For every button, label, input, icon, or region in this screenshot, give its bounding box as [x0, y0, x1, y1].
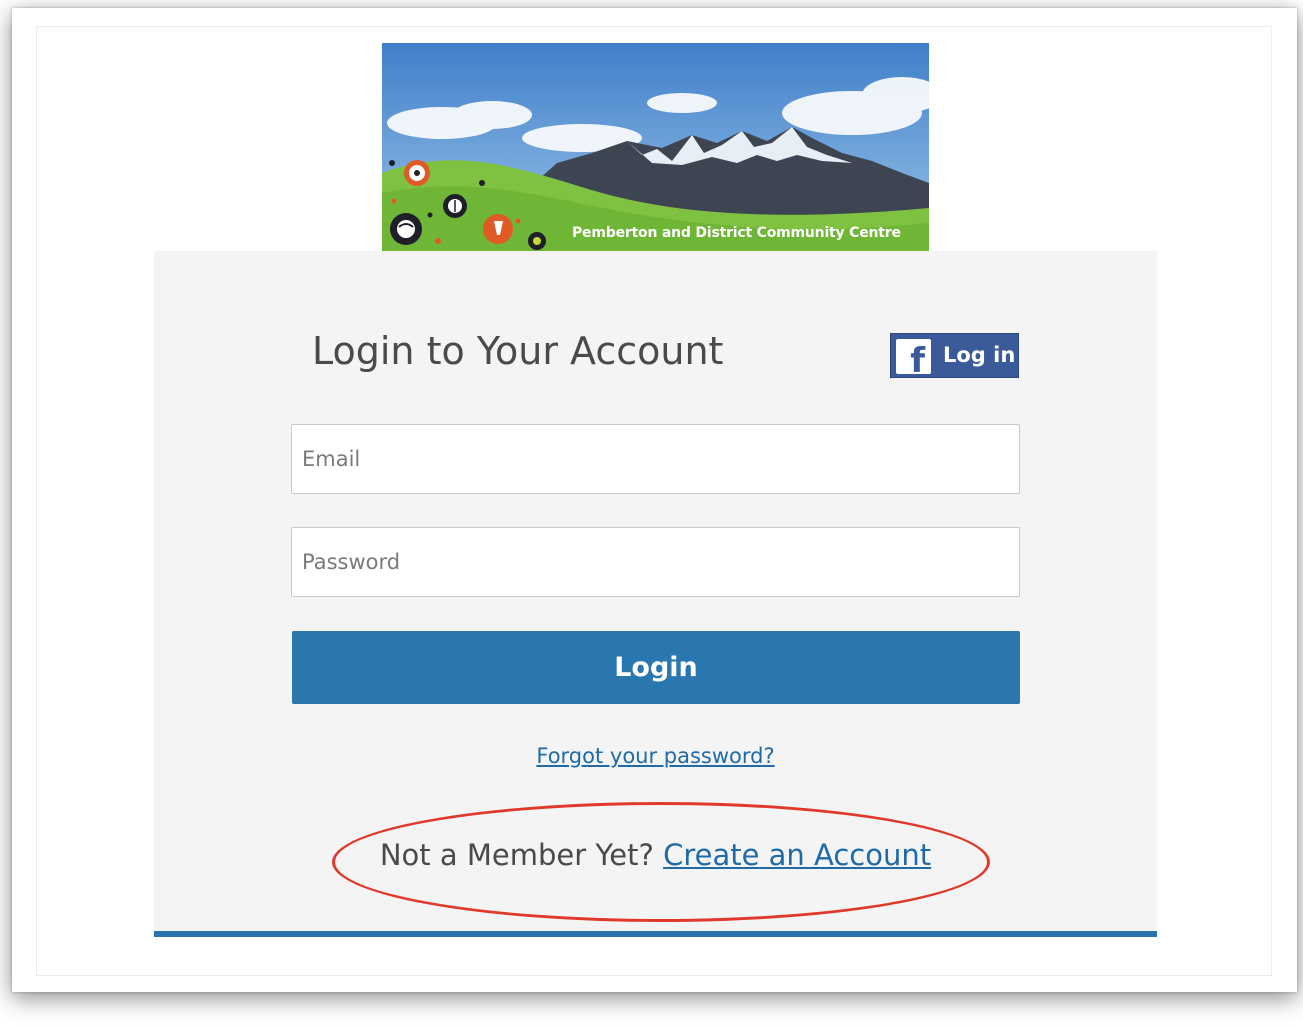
badminton-shuttlecock-icon: [483, 214, 513, 244]
forgot-password-label[interactable]: Forgot your password?: [536, 744, 774, 768]
facebook-login-button[interactable]: f Log in: [890, 333, 1019, 378]
soccer-ball-icon: [404, 160, 430, 186]
login-button[interactable]: Login: [292, 631, 1020, 704]
create-account-link[interactable]: Create an Account: [663, 838, 931, 872]
email-field[interactable]: [291, 424, 1020, 494]
login-panel: Login to Your Account f Log in Login For…: [154, 251, 1157, 937]
screenshot-frame: Pemberton and District Community Centre …: [12, 8, 1297, 992]
banner-caption: Pemberton and District Community Centre: [572, 225, 901, 241]
page-title: Login to Your Account: [312, 329, 724, 373]
signup-row: Not a Member Yet? Create an Account: [154, 838, 1157, 872]
facebook-icon: f: [896, 339, 931, 378]
community-centre-banner: Pemberton and District Community Centre: [382, 43, 929, 251]
signup-prompt: Not a Member Yet?: [379, 838, 654, 872]
facebook-login-label: Log in: [943, 343, 1016, 367]
password-field[interactable]: [291, 527, 1020, 597]
volleyball-icon: [390, 213, 422, 245]
facebook-logo-glyph: f: [910, 341, 925, 381]
tennis-ball-icon: [528, 232, 546, 250]
baseball-icon: [443, 194, 467, 218]
banner-image: [382, 43, 929, 251]
forgot-password-link[interactable]: Forgot your password?: [154, 744, 1157, 768]
